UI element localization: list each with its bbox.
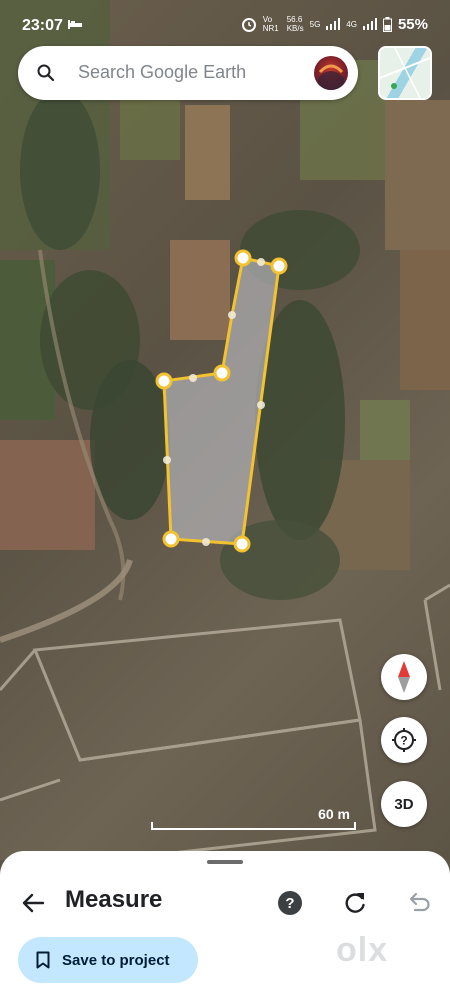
bed-notification-icon <box>68 20 82 29</box>
back-arrow-icon <box>22 893 44 913</box>
alarm-icon <box>241 18 256 32</box>
vertex-handle <box>162 530 180 548</box>
speed-value: 56.6 <box>286 15 303 24</box>
location-icon: ? <box>392 728 416 752</box>
search-icon <box>37 64 55 82</box>
bookmark-icon <box>36 951 50 969</box>
battery-percent: 55% <box>397 15 428 33</box>
midpoint-handle <box>257 258 265 266</box>
drag-handle[interactable] <box>207 860 243 864</box>
help-button[interactable]: ? <box>278 891 302 915</box>
sheet-title: Measure <box>65 886 163 913</box>
watermark-text: olx <box>336 931 389 969</box>
compass-button[interactable] <box>381 654 427 700</box>
save-to-project-button[interactable]: Save to project <box>18 937 198 983</box>
scale-label: 60 m <box>318 806 350 822</box>
network-type-5g: 5G <box>309 19 321 29</box>
speed-readout: 56.6 KB/s <box>287 15 304 33</box>
save-label: Save to project <box>62 951 170 969</box>
battery-icon <box>382 16 392 32</box>
my-location-button[interactable]: ? <box>381 717 427 763</box>
measure-sheet: Measure ? Save to project olx <box>0 851 450 998</box>
vertex-handle <box>233 535 251 553</box>
olx-watermark: olx <box>336 931 416 983</box>
speed-unit: KB/s <box>286 24 304 33</box>
vertex-handle <box>234 249 252 267</box>
help-icon: ? <box>285 894 295 912</box>
scale-bar: 60 m <box>151 806 356 830</box>
status-bar: 23:07 Vo NR1 56.6 KB/s 5G 4G 55% <box>0 0 450 40</box>
network-type-4g: 4G <box>346 19 357 29</box>
scale-line <box>151 822 356 830</box>
search-input[interactable]: Search Google Earth <box>78 62 246 83</box>
status-time: 23:07 <box>22 17 63 34</box>
status-indicators: Vo NR1 56.6 KB/s 5G 4G 55% <box>241 15 428 33</box>
svg-text:?: ? <box>400 734 407 748</box>
map-preview-image <box>380 48 430 98</box>
compass-icon <box>398 661 410 693</box>
vertex-handle <box>213 364 231 382</box>
avatar[interactable] <box>314 56 348 90</box>
midpoint-handle <box>189 374 197 382</box>
signal-icon <box>326 18 341 30</box>
midpoint-handle <box>202 538 210 546</box>
three-d-button[interactable]: 3D <box>381 781 427 827</box>
refresh-icon[interactable] <box>342 890 368 916</box>
vertex-handle <box>155 372 173 390</box>
back-button[interactable] <box>18 888 48 918</box>
midpoint-handle <box>228 311 236 319</box>
vertex-handle <box>270 257 288 275</box>
search-bar[interactable]: Search Google Earth <box>18 46 358 100</box>
map-layer-thumbnail[interactable] <box>378 46 432 100</box>
network-label: Vo NR1 <box>262 15 279 33</box>
signal-icon-2 <box>362 18 377 30</box>
midpoint-handle <box>257 401 265 409</box>
avatar-image <box>318 64 344 90</box>
midpoint-handle <box>163 456 171 464</box>
undo-icon[interactable] <box>406 890 432 916</box>
